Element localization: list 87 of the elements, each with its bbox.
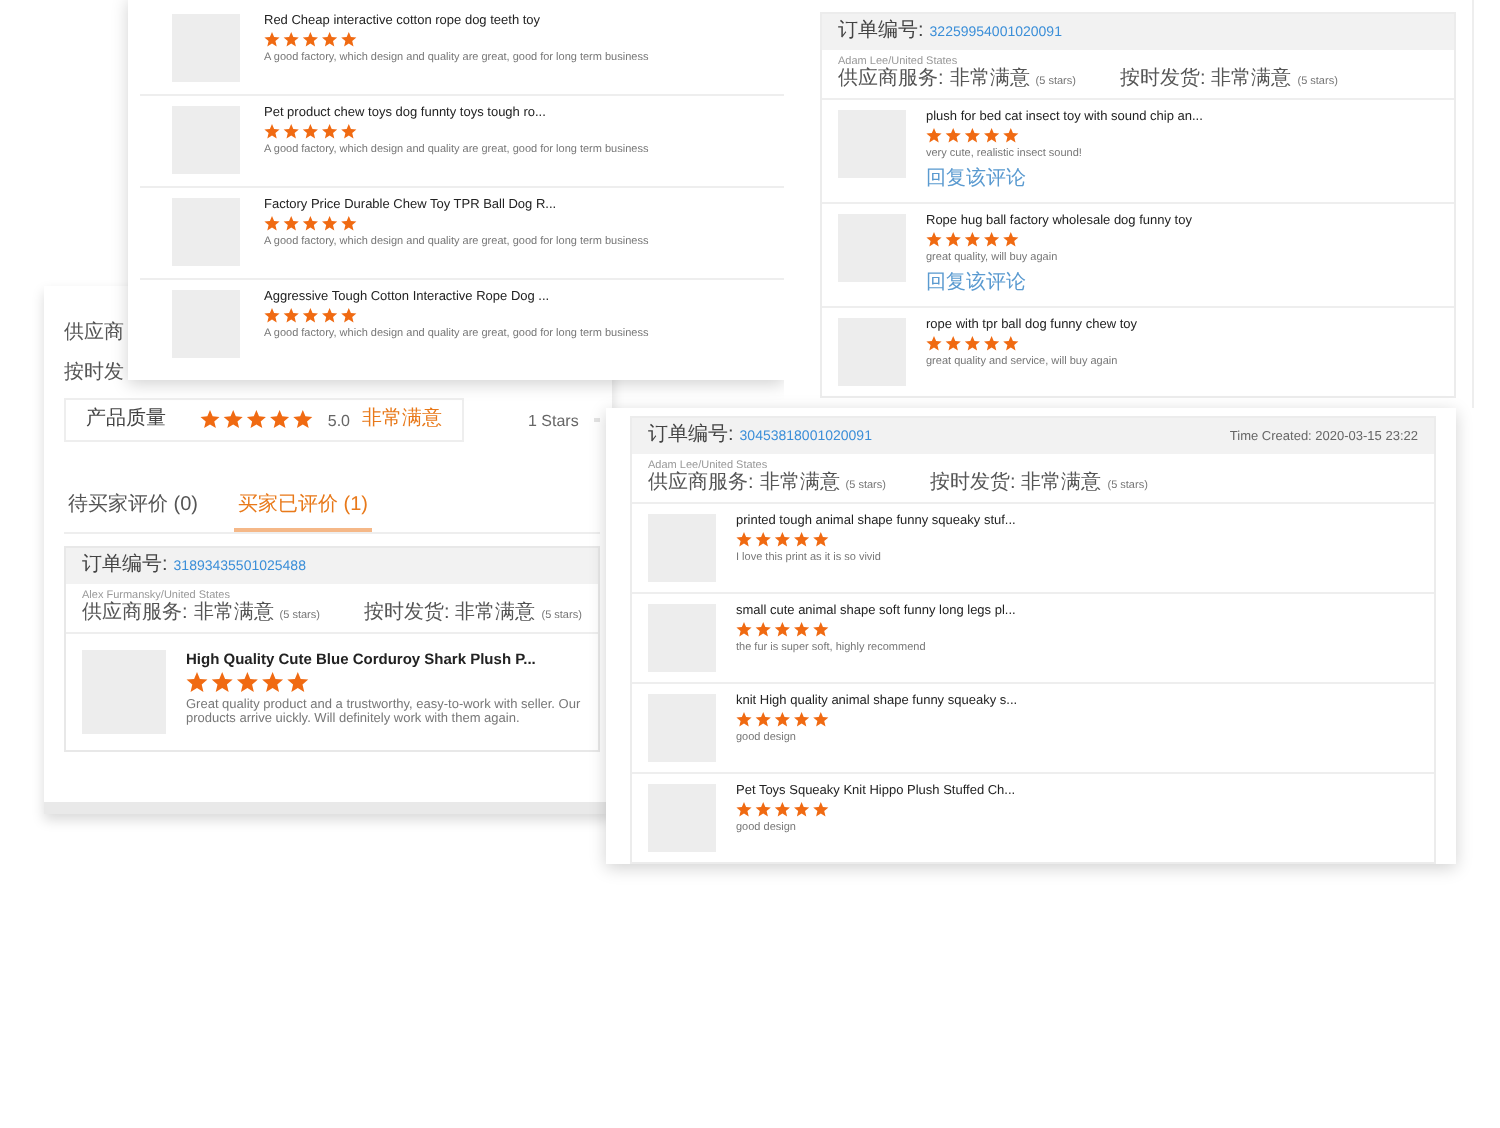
star-icon (341, 216, 357, 231)
rating-label: 按时发 (64, 362, 124, 386)
star-icon (813, 802, 829, 817)
rating-value: 非常满意 (1211, 68, 1292, 92)
star-icon (1003, 336, 1019, 351)
star-icon (223, 410, 243, 429)
star-icon (945, 232, 961, 247)
star-icon (322, 32, 338, 47)
star-icon (964, 232, 980, 247)
star-icon (774, 712, 790, 727)
rating-label: 产品质量 (86, 408, 168, 432)
star-icon (813, 712, 829, 727)
star-icon (264, 124, 280, 139)
order-number-label: 订单编号: (838, 20, 924, 44)
star-icon (964, 336, 980, 351)
star-icon (283, 308, 299, 323)
star-icon (283, 124, 299, 139)
star-icon (774, 622, 790, 637)
rating-label: 按时发货: (929, 472, 1016, 496)
star-icon (794, 712, 810, 727)
star-icon (322, 308, 338, 323)
star-icon (287, 672, 309, 692)
rating-score: 5.0 (327, 411, 350, 429)
star-icon (964, 128, 980, 143)
star-icon (774, 802, 790, 817)
star-icon (1003, 232, 1019, 247)
review-tab[interactable]: 待买家评价 (0) (64, 486, 202, 532)
star-icon (341, 308, 357, 323)
star-icon (302, 216, 318, 231)
star-icon (794, 532, 810, 547)
star-icon (1003, 128, 1019, 143)
star-icon (322, 216, 338, 231)
star-icon (736, 802, 752, 817)
star-icon (283, 216, 299, 231)
star-icon (755, 802, 771, 817)
star-icon (813, 622, 829, 637)
order-number-label: 订单编号: (648, 424, 734, 448)
star-icon (984, 232, 1000, 247)
star-icon (945, 336, 961, 351)
star-icon (302, 32, 318, 47)
rating-label: 按时发货: (1119, 68, 1206, 92)
star-icon (755, 532, 771, 547)
star-icon (926, 336, 942, 351)
star-icon (264, 32, 280, 47)
star-icon (794, 802, 810, 817)
rating-value: 非常满意 (759, 472, 840, 496)
star-icon (264, 308, 280, 323)
star-icon (211, 672, 233, 692)
rating-label: 供应商 (64, 322, 124, 346)
star-icon (264, 216, 280, 231)
star-icon (984, 336, 1000, 351)
star-icon (200, 410, 220, 429)
star-icon (262, 672, 284, 692)
rating-label: 供应商服务: (838, 68, 944, 92)
rating-label: 供应商服务: (82, 602, 188, 626)
star-icon (984, 128, 1000, 143)
star-icon (755, 622, 771, 637)
rating-value: 非常满意 (455, 602, 536, 626)
rating-label: 供应商服务: (648, 472, 754, 496)
rating-value: 非常满意 (949, 68, 1030, 92)
star-icon (736, 622, 752, 637)
star-icon (736, 712, 752, 727)
star-icon (186, 672, 208, 692)
rating-label: 按时发货: (363, 602, 450, 626)
star-icon (794, 622, 810, 637)
star-icon (755, 712, 771, 727)
star-icon (302, 124, 318, 139)
rating-verdict: 非常满意 (362, 408, 442, 432)
star-icon (926, 232, 942, 247)
star-icon (246, 410, 266, 429)
star-icon (236, 672, 258, 692)
star-icon (945, 128, 961, 143)
star-icon (774, 532, 790, 547)
rating-value: 非常满意 (193, 602, 274, 626)
star-icon (813, 532, 829, 547)
star-icon (302, 308, 318, 323)
star-icon (283, 32, 299, 47)
rating-value: 非常满意 (1021, 472, 1102, 496)
star-icon (341, 124, 357, 139)
star-icon (322, 124, 338, 139)
star-icon (926, 128, 942, 143)
star-icon (736, 532, 752, 547)
star-icon (293, 410, 313, 429)
order-number-label: 订单编号: (82, 554, 168, 578)
star-icon (269, 410, 289, 429)
star-count-label: 1 Stars (528, 411, 579, 429)
star-icon (341, 32, 357, 47)
